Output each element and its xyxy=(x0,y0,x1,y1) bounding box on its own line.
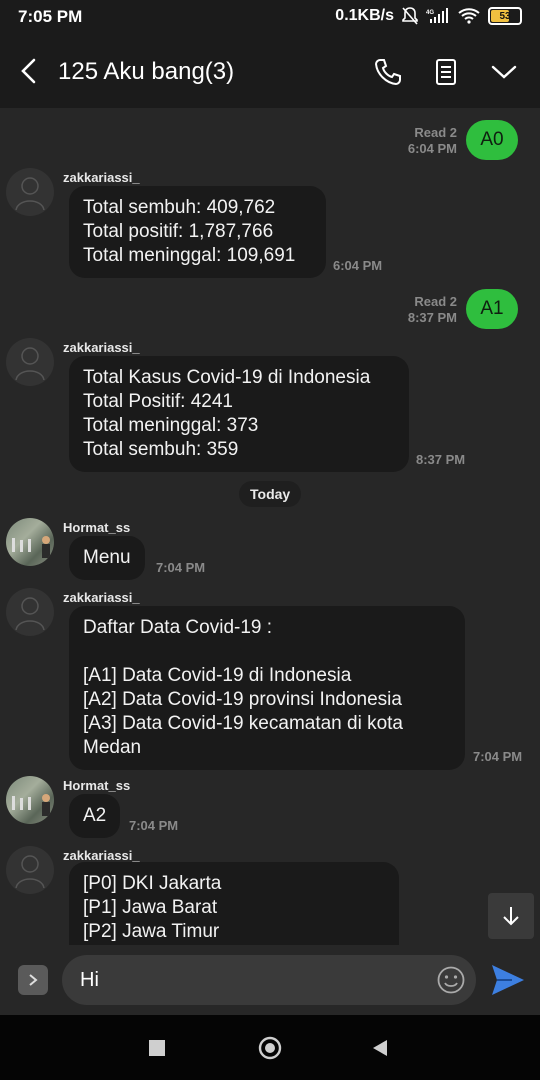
home-icon[interactable] xyxy=(258,1036,282,1060)
status-time: 7:05 PM xyxy=(18,7,83,26)
network-speed: 0.1KB/s xyxy=(335,7,394,24)
chat-header: 125 Aku bang(3) xyxy=(0,36,540,108)
chat-title: 125 Aku bang(3) xyxy=(58,58,235,85)
battery-icon: 53 xyxy=(488,7,522,25)
signal-icon: 4G xyxy=(426,8,448,23)
send-icon[interactable] xyxy=(490,963,526,997)
system-nav-bar xyxy=(0,1015,540,1080)
message-time: 8:37 PM xyxy=(416,452,466,467)
sender-name: Hormat_ss xyxy=(63,778,131,793)
expand-button[interactable] xyxy=(18,965,48,995)
date-divider: Today xyxy=(239,481,302,507)
wifi-icon xyxy=(458,8,480,24)
avatar[interactable] xyxy=(6,168,54,216)
message-input[interactable]: Hi xyxy=(62,955,476,1005)
chevron-down-icon[interactable] xyxy=(488,56,520,88)
phone-icon[interactable] xyxy=(372,56,404,88)
sender-name: zakkariassi_ xyxy=(63,848,140,863)
document-icon[interactable] xyxy=(430,56,462,88)
sender-name: zakkariassi_ xyxy=(63,340,140,355)
message-time: 7:04 PM xyxy=(473,749,523,764)
sent-message[interactable]: A0 xyxy=(466,120,518,160)
chevron-right-icon xyxy=(29,974,38,986)
sender-name: zakkariassi_ xyxy=(63,170,140,185)
message-time: 6:04 PM xyxy=(407,141,457,156)
read-receipt: Read 2 xyxy=(414,125,457,140)
avatar[interactable] xyxy=(6,338,54,386)
received-message[interactable]: A2 xyxy=(69,794,121,838)
read-receipt: Read 2 xyxy=(414,294,457,309)
status-bar: 7:05 PM 0.1KB/s 4G 53 xyxy=(0,0,540,36)
svg-text:4G: 4G xyxy=(426,10,434,16)
message-time: 7:04 PM xyxy=(129,818,179,833)
emoji-icon[interactable] xyxy=(436,965,466,995)
back-arrow-icon[interactable] xyxy=(16,56,42,86)
scroll-to-bottom-button[interactable] xyxy=(488,893,534,939)
sender-name: zakkariassi_ xyxy=(63,590,140,605)
received-message[interactable]: Menu xyxy=(69,536,145,580)
avatar[interactable] xyxy=(6,846,54,894)
message-time: 6:04 PM xyxy=(333,258,383,273)
received-message[interactable]: Total sembuh: 409,762 Total positif: 1,7… xyxy=(69,186,326,278)
message-input-value: Hi xyxy=(80,969,99,991)
avatar[interactable] xyxy=(6,776,54,824)
sent-message[interactable]: A1 xyxy=(466,289,518,329)
back-nav-icon[interactable] xyxy=(371,1039,389,1057)
received-message[interactable]: Daftar Data Covid-19 : [A1] Data Covid-1… xyxy=(69,606,465,770)
received-message[interactable]: [P0] DKI Jakarta [P1] Jawa Barat [P2] Ja… xyxy=(69,862,399,945)
message-list[interactable]: Read 2 6:04 PM A0 zakkariassi_ Total sem… xyxy=(0,108,540,945)
arrow-down-icon xyxy=(503,907,519,926)
avatar[interactable] xyxy=(6,588,54,636)
message-time: 7:04 PM xyxy=(156,560,206,575)
message-time: 8:37 PM xyxy=(407,310,457,325)
received-message[interactable]: Total Kasus Covid-19 di Indonesia Total … xyxy=(69,356,409,472)
avatar[interactable] xyxy=(6,518,54,566)
composer: Hi xyxy=(0,945,540,1015)
mute-icon xyxy=(402,7,418,25)
sender-name: Hormat_ss xyxy=(63,520,131,535)
recents-icon[interactable] xyxy=(149,1040,165,1056)
